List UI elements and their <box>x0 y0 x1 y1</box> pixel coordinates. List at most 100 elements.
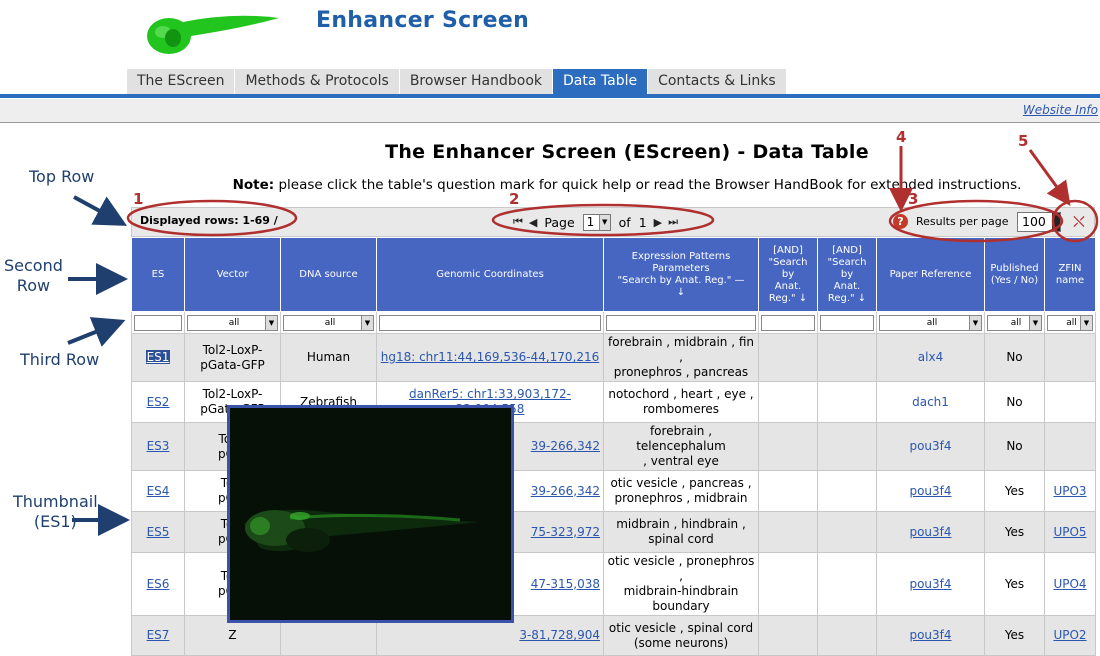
callout-number-4: 4 <box>896 128 907 146</box>
genomic-coordinates-link[interactable]: 39-266,342 <box>531 484 600 498</box>
nav-underline <box>0 94 1100 98</box>
paper-reference-link[interactable]: pou3f4 <box>909 525 951 539</box>
col-header-paper-reference[interactable]: Paper Reference <box>876 237 985 312</box>
note-label: Note: <box>232 177 275 193</box>
es-link[interactable]: ES4 <box>147 484 170 498</box>
and-search-2-cell <box>817 615 877 656</box>
and-search-1-cell <box>758 470 818 512</box>
next-page-icon[interactable]: ▶ <box>654 216 662 229</box>
and-search-2-input[interactable] <box>820 314 874 331</box>
tab-methods-protocols[interactable]: Methods & Protocols <box>235 69 400 94</box>
paper-reference-link[interactable]: alx4 <box>918 350 943 364</box>
tab-data-table[interactable]: Data Table <box>553 69 649 94</box>
help-icon[interactable]: ? <box>893 214 908 229</box>
genomic-filter-input[interactable] <box>379 314 601 331</box>
pager: ⏮ ◀ Page 1 ▼ of 1 ▶ ⏭ <box>510 213 681 231</box>
paper-reference-link[interactable]: dach1 <box>912 395 949 409</box>
published-cell: Yes <box>984 615 1045 656</box>
col-header-and-search-2[interactable]: [AND] "Search by Anat. Reg." ↓ <box>817 237 877 312</box>
page-note: Note: please click the table's question … <box>127 177 1100 193</box>
es-link[interactable]: ES2 <box>147 395 170 409</box>
vector-filter-select[interactable]: all ▼ <box>187 314 278 331</box>
site-title: Enhancer Screen <box>316 8 530 33</box>
published-cell: No <box>984 333 1045 382</box>
paper-reference-link[interactable]: pou3f4 <box>909 439 951 453</box>
callout-number-1: 1 <box>133 190 144 208</box>
dna-source-filter-select[interactable]: all ▼ <box>283 314 374 331</box>
annotation-second-row: Second Row <box>4 256 63 295</box>
col-header-zfin-name[interactable]: ZFIN name <box>1044 237 1096 312</box>
page-title: The Enhancer Screen (EScreen) - Data Tab… <box>385 141 869 163</box>
published-filter-select[interactable]: all ▼ <box>987 314 1042 331</box>
expression-filter-input[interactable] <box>606 314 756 331</box>
annotation-arrow-third-row <box>67 317 126 347</box>
results-per-page-select[interactable]: 100 <box>1017 212 1061 232</box>
expression-cell: midbrain , hindbrain , spinal cord <box>603 511 759 553</box>
expression-cell: otic vesicle , pancreas , pronephros , mi… <box>603 470 759 512</box>
callout-number-2: 2 <box>509 190 520 208</box>
table-header-row: ES Vector DNA source Genomic Coordinates… <box>131 237 1096 312</box>
last-page-icon[interactable]: ⏭ <box>668 215 678 229</box>
paper-reference-link[interactable]: pou3f4 <box>909 628 951 642</box>
es-link[interactable]: ES5 <box>147 525 170 539</box>
tab-contacts-links[interactable]: Contacts & Links <box>648 69 787 94</box>
displayed-rows-count: Displayed rows: 1-69 / <box>140 214 278 227</box>
expression-cell: forebrain , midbrain , fin , pronephros ,… <box>603 333 759 382</box>
col-header-published[interactable]: Published (Yes / No) <box>984 237 1045 312</box>
website-info-link[interactable]: Website Info <box>1023 103 1098 117</box>
zfin-link[interactable]: UPO5 <box>1053 525 1086 539</box>
zebrafish-logo <box>147 15 279 54</box>
zfin-link[interactable]: UPO4 <box>1053 577 1086 591</box>
es-link[interactable]: ES1 <box>145 350 171 364</box>
es-filter-input[interactable] <box>134 314 182 331</box>
paper-reference-link[interactable]: pou3f4 <box>909 484 951 498</box>
col-header-dna-source[interactable]: DNA source <box>280 237 377 312</box>
zfin-link[interactable]: UPO3 <box>1053 484 1086 498</box>
and-search-1-cell <box>758 552 818 616</box>
col-header-and-search-1[interactable]: [AND] "Search by Anat. Reg." ↓ <box>758 237 818 312</box>
paper-reference-link[interactable]: pou3f4 <box>909 577 951 591</box>
zfin-filter-select[interactable]: all ▼ <box>1047 314 1093 331</box>
prev-page-icon[interactable]: ◀ <box>529 216 537 229</box>
and-search-1-input[interactable] <box>761 314 815 331</box>
genomic-coordinates-link[interactable]: 3-81,728,904 <box>519 628 600 642</box>
paper-filter-select[interactable]: all ▼ <box>879 314 982 331</box>
annotation-top-row: Top Row <box>29 167 95 186</box>
annotation-third-row: Third Row <box>20 350 100 369</box>
es-link[interactable]: ES7 <box>147 628 170 642</box>
annotation-thumbnail: Thumbnail (ES1) <box>13 492 98 531</box>
results-per-page-value: 100 <box>1022 214 1046 229</box>
published-cell: Yes <box>984 470 1045 512</box>
expression-cell: forebrain , telencephalum, ventral eye <box>603 422 759 471</box>
page-select[interactable]: 1 ▼ <box>582 213 611 231</box>
zfin-link[interactable]: UPO2 <box>1053 628 1086 642</box>
and-search-2-cell <box>817 333 877 382</box>
and-search-2-cell <box>817 470 877 512</box>
clear-filters-icon[interactable]: ⛌ <box>1068 212 1090 232</box>
col-header-es[interactable]: ES <box>131 237 185 312</box>
and-search-1-cell <box>758 511 818 553</box>
chevron-down-icon: ▼ <box>361 315 373 330</box>
genomic-coordinates-link[interactable]: 75-323,972 <box>531 525 600 539</box>
genomic-coordinates-link[interactable]: 47-315,038 <box>531 577 600 591</box>
callout-number-5: 5 <box>1018 132 1029 150</box>
total-pages: 1 <box>638 214 647 230</box>
published-cell: Yes <box>984 552 1045 616</box>
col-header-vector[interactable]: Vector <box>184 237 281 312</box>
genomic-coordinates-link[interactable]: 39-266,342 <box>531 439 600 453</box>
annotation-arrow-top-row <box>73 195 128 226</box>
tab-browser-handbook[interactable]: Browser Handbook <box>399 69 553 94</box>
chevron-down-icon: ▼ <box>969 315 981 330</box>
of-label: of <box>618 214 631 230</box>
first-page-icon[interactable]: ⏮ <box>513 215 523 229</box>
chevron-down-icon: ▼ <box>1029 315 1041 330</box>
es-link[interactable]: ES3 <box>147 439 170 453</box>
es-link[interactable]: ES6 <box>147 577 170 591</box>
expression-cell: otic vesicle , pronephros , midbrain-hind… <box>603 552 759 616</box>
and-search-1-cell <box>758 422 818 471</box>
col-header-expression-patterns[interactable]: Expression Patterns Parameters "Search b… <box>603 237 759 312</box>
and-search-1-cell <box>758 615 818 656</box>
tab-the-escreen[interactable]: The EScreen <box>127 69 236 94</box>
genomic-coordinates-link[interactable]: hg18: chr11:44,169,536-44,170,216 <box>381 350 600 364</box>
col-header-genomic-coordinates[interactable]: Genomic Coordinates <box>376 237 604 312</box>
